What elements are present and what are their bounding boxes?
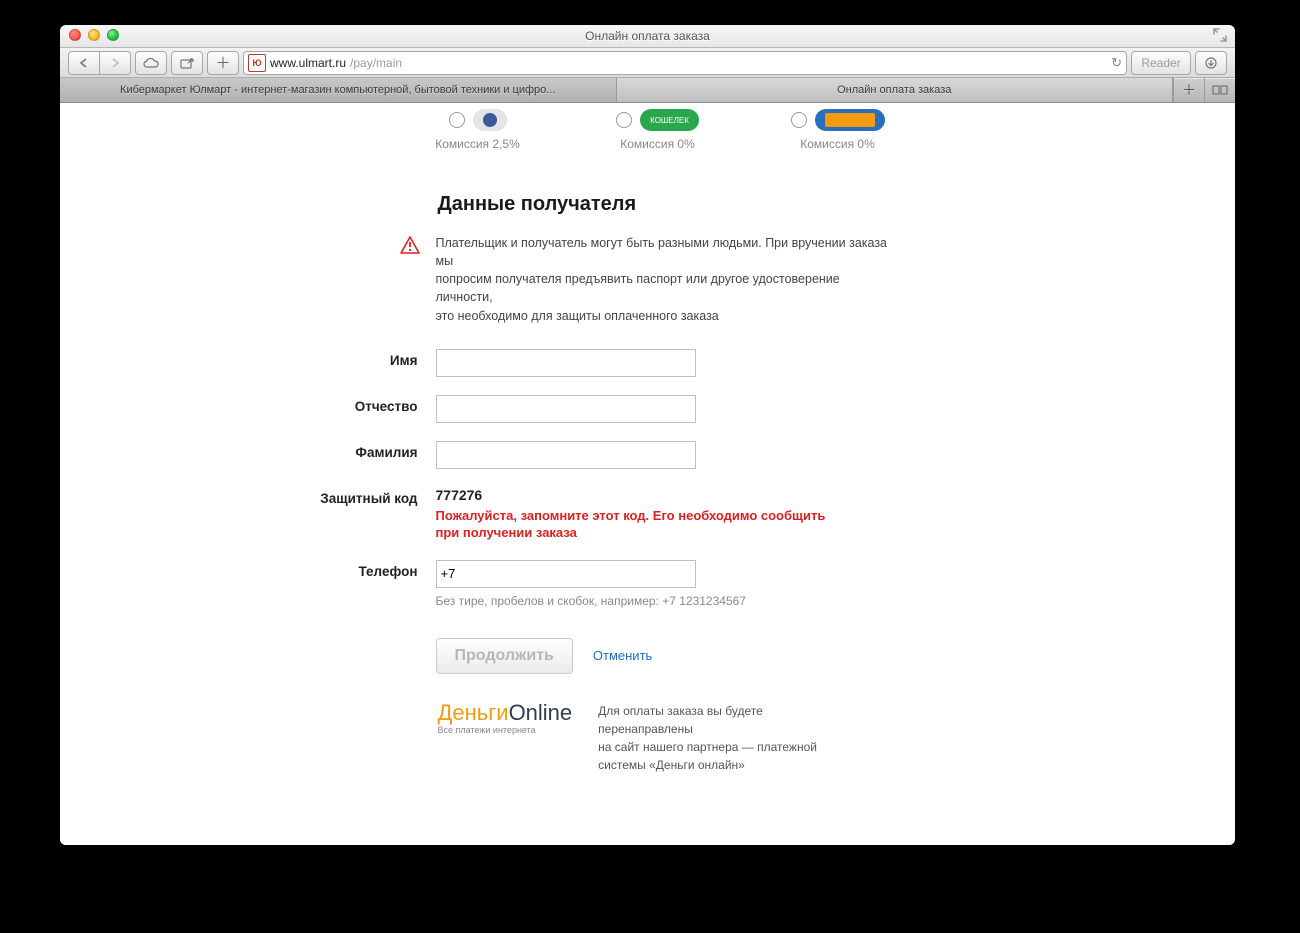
new-tab-button[interactable]: ＋ [1173,78,1204,102]
last-name-label: Фамилия [148,441,436,460]
forward-button[interactable] [100,51,131,75]
payment-option: КОШЕЛЕК Комиссия 0% [588,109,728,151]
reload-icon[interactable]: ↻ [1111,55,1122,71]
partner-description: Для оплаты заказа вы будете перенаправле… [598,702,828,774]
security-code-warning: Пожалуйста, запомните этот код. Его необ… [436,507,836,542]
payment-radio[interactable] [616,112,632,128]
page-content[interactable]: Комиссия 2,5% КОШЕЛЕК Комиссия 0% [60,103,1235,845]
patronymic-input[interactable] [436,395,696,423]
tab-tools: ＋ [1173,78,1235,102]
share-button[interactable] [171,51,203,75]
downloads-button[interactable] [1195,51,1227,75]
browser-toolbar: ＋ Ю www.ulmart.ru/pay/main ↻ Reader [60,48,1235,78]
window-close-button[interactable] [69,29,81,41]
payment-badge-icon: КОШЕЛЕК [640,109,699,131]
last-name-input[interactable] [436,441,696,469]
cancel-link[interactable]: Отменить [593,648,652,663]
site-favicon-icon: Ю [248,54,266,72]
section-title: Данные получателя [438,193,1148,216]
window-zoom-button[interactable] [107,29,119,41]
phone-hint: Без тире, пробелов и скобок, например: +… [436,594,1148,608]
show-all-tabs-button[interactable] [1204,78,1235,102]
payment-option: Комиссия 2,5% [408,109,548,151]
commission-label: Комиссия 2,5% [435,137,520,151]
browser-tab[interactable]: Онлайн оплата заказа [617,78,1174,102]
payment-radio[interactable] [449,112,465,128]
tab-bar: Кибермаркет Юлмарт - интернет-магазин ко… [60,78,1235,103]
window-titlebar: Онлайн оплата заказа [60,25,1235,48]
url-domain: www.ulmart.ru [270,56,346,70]
reader-button[interactable]: Reader [1131,51,1191,75]
payment-options: Комиссия 2,5% КОШЕЛЕК Комиссия 0% [408,103,1148,151]
payment-option: Комиссия 0% [768,109,908,151]
back-button[interactable] [68,51,100,75]
warning-icon [400,236,422,325]
commission-label: Комиссия 0% [800,137,875,151]
payment-badge-icon [473,109,507,131]
icloud-button[interactable] [135,51,167,75]
payment-radio[interactable] [791,112,807,128]
address-bar[interactable]: Ю www.ulmart.ru/pay/main ↻ [243,51,1127,75]
phone-label: Телефон [148,560,436,579]
first-name-label: Имя [148,349,436,368]
security-code-value: 777276 [436,487,1148,503]
phone-input[interactable] [436,560,696,588]
payment-badge-icon [815,109,885,131]
window-minimize-button[interactable] [88,29,100,41]
fullscreen-icon[interactable] [1213,28,1227,42]
commission-label: Комиссия 0% [620,137,695,151]
first-name-input[interactable] [436,349,696,377]
partner-logo: ДеньгиOnline Все платежи интернета [438,702,573,735]
security-code-label: Защитный код [148,487,436,506]
browser-tab[interactable]: Кибермаркет Юлмарт - интернет-магазин ко… [60,78,617,102]
patronymic-label: Отчество [148,395,436,414]
url-path: /pay/main [350,56,402,70]
notice-text: Плательщик и получатель могут быть разны… [436,234,900,325]
continue-button[interactable]: Продолжить [436,638,573,674]
add-bookmark-button[interactable]: ＋ [207,51,239,75]
window-title: Онлайн оплата заказа [60,29,1235,43]
browser-window: Онлайн оплата заказа ＋ Ю www.ulmart.ru/p… [60,25,1235,845]
